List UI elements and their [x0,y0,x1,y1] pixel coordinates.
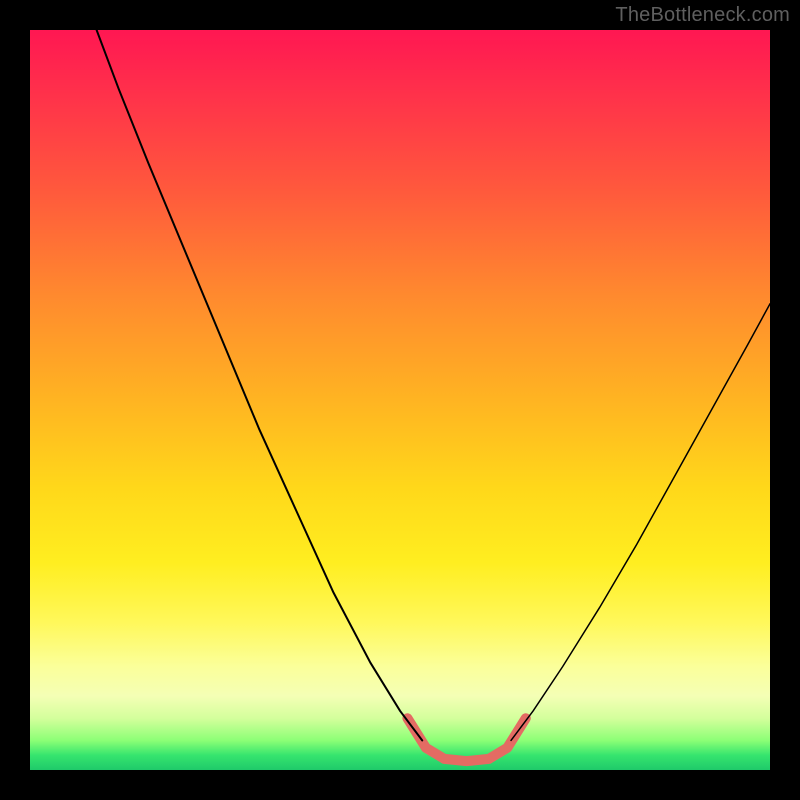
left-curve-path [97,30,423,740]
right-curve-path [511,304,770,741]
curve-overlay [30,30,770,770]
watermark-text: TheBottleneck.com [615,4,790,27]
chart-frame: TheBottleneck.com [0,0,800,800]
valley-highlight-path [407,718,525,761]
plot-area [30,30,770,770]
